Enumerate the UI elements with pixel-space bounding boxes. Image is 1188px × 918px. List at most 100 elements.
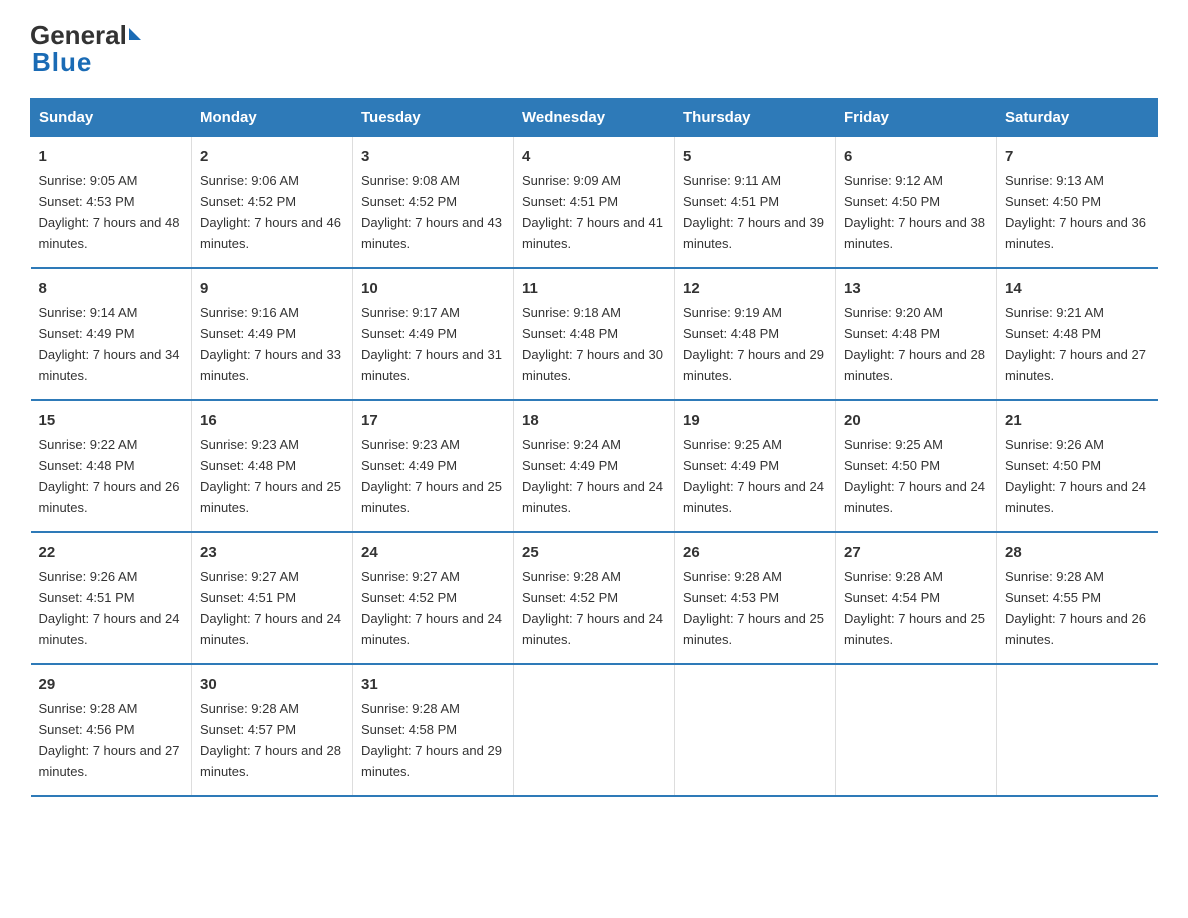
day-number: 6 (844, 145, 988, 168)
day-number: 20 (844, 409, 988, 432)
day-info: Sunrise: 9:27 AMSunset: 4:51 PMDaylight:… (200, 569, 341, 647)
calendar-cell: 13 Sunrise: 9:20 AMSunset: 4:48 PMDayligh… (836, 268, 997, 400)
day-number: 27 (844, 541, 988, 564)
day-info: Sunrise: 9:09 AMSunset: 4:51 PMDaylight:… (522, 173, 663, 251)
calendar-cell: 12 Sunrise: 9:19 AMSunset: 4:48 PMDayligh… (675, 268, 836, 400)
day-number: 17 (361, 409, 505, 432)
calendar-cell: 31 Sunrise: 9:28 AMSunset: 4:58 PMDayligh… (353, 664, 514, 796)
day-info: Sunrise: 9:18 AMSunset: 4:48 PMDaylight:… (522, 305, 663, 383)
logo-blue-text: Blue (32, 47, 92, 78)
calendar-cell: 16Sunrise: 9:23 AMSunset: 4:48 PMDayligh… (192, 400, 353, 532)
day-number: 21 (1005, 409, 1150, 432)
day-number: 30 (200, 673, 344, 696)
day-info: Sunrise: 9:21 AMSunset: 4:48 PMDaylight:… (1005, 305, 1146, 383)
day-info: Sunrise: 9:28 AMSunset: 4:53 PMDaylight:… (683, 569, 824, 647)
day-number: 19 (683, 409, 827, 432)
calendar-cell: 26 Sunrise: 9:28 AMSunset: 4:53 PMDayligh… (675, 532, 836, 664)
calendar-cell: 9 Sunrise: 9:16 AMSunset: 4:49 PMDaylight… (192, 268, 353, 400)
calendar-cell: 8 Sunrise: 9:14 AMSunset: 4:49 PMDaylight… (31, 268, 192, 400)
day-number: 12 (683, 277, 827, 300)
day-info: Sunrise: 9:08 AMSunset: 4:52 PMDaylight:… (361, 173, 502, 251)
calendar-cell: 20 Sunrise: 9:25 AMSunset: 4:50 PMDayligh… (836, 400, 997, 532)
logo-triangle-icon (129, 28, 141, 40)
calendar-header-sunday: Sunday (31, 99, 192, 137)
day-number: 31 (361, 673, 505, 696)
calendar-cell: 4Sunrise: 9:09 AMSunset: 4:51 PMDaylight… (514, 137, 675, 268)
day-info: Sunrise: 9:19 AMSunset: 4:48 PMDaylight:… (683, 305, 824, 383)
day-info: Sunrise: 9:28 AMSunset: 4:54 PMDaylight:… (844, 569, 985, 647)
calendar-cell: 19 Sunrise: 9:25 AMSunset: 4:49 PMDayligh… (675, 400, 836, 532)
calendar-week-row: 22 Sunrise: 9:26 AMSunset: 4:51 PMDayligh… (31, 532, 1158, 664)
day-info: Sunrise: 9:28 AMSunset: 4:58 PMDaylight:… (361, 701, 502, 779)
day-number: 18 (522, 409, 666, 432)
calendar-cell: 11 Sunrise: 9:18 AMSunset: 4:48 PMDayligh… (514, 268, 675, 400)
calendar-header-monday: Monday (192, 99, 353, 137)
day-number: 8 (39, 277, 184, 300)
calendar-week-row: 8 Sunrise: 9:14 AMSunset: 4:49 PMDaylight… (31, 268, 1158, 400)
day-info: Sunrise: 9:22 AMSunset: 4:48 PMDaylight:… (39, 437, 180, 515)
day-number: 25 (522, 541, 666, 564)
calendar-header-friday: Friday (836, 99, 997, 137)
calendar-cell (514, 664, 675, 796)
day-info: Sunrise: 9:28 AMSunset: 4:57 PMDaylight:… (200, 701, 341, 779)
day-info: Sunrise: 9:23 AMSunset: 4:48 PMDaylight:… (200, 437, 341, 515)
calendar-cell: 29 Sunrise: 9:28 AMSunset: 4:56 PMDayligh… (31, 664, 192, 796)
day-info: Sunrise: 9:17 AMSunset: 4:49 PMDaylight:… (361, 305, 502, 383)
day-number: 26 (683, 541, 827, 564)
day-number: 23 (200, 541, 344, 564)
day-number: 2 (200, 145, 344, 168)
calendar-cell: 27 Sunrise: 9:28 AMSunset: 4:54 PMDayligh… (836, 532, 997, 664)
day-info: Sunrise: 9:14 AMSunset: 4:49 PMDaylight:… (39, 305, 180, 383)
calendar-header-saturday: Saturday (997, 99, 1158, 137)
calendar-cell: 1Sunrise: 9:05 AMSunset: 4:53 PMDaylight… (31, 137, 192, 268)
day-info: Sunrise: 9:28 AMSunset: 4:55 PMDaylight:… (1005, 569, 1146, 647)
logo: General Blue (30, 20, 141, 78)
calendar-cell: 21 Sunrise: 9:26 AMSunset: 4:50 PMDayligh… (997, 400, 1158, 532)
calendar-header-tuesday: Tuesday (353, 99, 514, 137)
day-info: Sunrise: 9:27 AMSunset: 4:52 PMDaylight:… (361, 569, 502, 647)
day-info: Sunrise: 9:23 AMSunset: 4:49 PMDaylight:… (361, 437, 502, 515)
day-info: Sunrise: 9:16 AMSunset: 4:49 PMDaylight:… (200, 305, 341, 383)
calendar-cell: 3Sunrise: 9:08 AMSunset: 4:52 PMDaylight… (353, 137, 514, 268)
day-number: 11 (522, 277, 666, 300)
day-info: Sunrise: 9:28 AMSunset: 4:56 PMDaylight:… (39, 701, 180, 779)
day-info: Sunrise: 9:20 AMSunset: 4:48 PMDaylight:… (844, 305, 985, 383)
day-info: Sunrise: 9:26 AMSunset: 4:50 PMDaylight:… (1005, 437, 1146, 515)
calendar-header-thursday: Thursday (675, 99, 836, 137)
day-number: 15 (39, 409, 184, 432)
day-info: Sunrise: 9:06 AMSunset: 4:52 PMDaylight:… (200, 173, 341, 251)
calendar-cell (997, 664, 1158, 796)
day-info: Sunrise: 9:25 AMSunset: 4:50 PMDaylight:… (844, 437, 985, 515)
day-info: Sunrise: 9:11 AMSunset: 4:51 PMDaylight:… (683, 173, 824, 251)
day-number: 9 (200, 277, 344, 300)
calendar-cell: 18 Sunrise: 9:24 AMSunset: 4:49 PMDayligh… (514, 400, 675, 532)
calendar-cell: 14Sunrise: 9:21 AMSunset: 4:48 PMDayligh… (997, 268, 1158, 400)
calendar-cell: 22 Sunrise: 9:26 AMSunset: 4:51 PMDayligh… (31, 532, 192, 664)
calendar-cell (836, 664, 997, 796)
calendar-cell: 28 Sunrise: 9:28 AMSunset: 4:55 PMDayligh… (997, 532, 1158, 664)
calendar-header-row: SundayMondayTuesdayWednesdayThursdayFrid… (31, 99, 1158, 137)
day-info: Sunrise: 9:24 AMSunset: 4:49 PMDaylight:… (522, 437, 663, 515)
day-info: Sunrise: 9:12 AMSunset: 4:50 PMDaylight:… (844, 173, 985, 251)
day-number: 10 (361, 277, 505, 300)
calendar-cell (675, 664, 836, 796)
calendar-week-row: 1Sunrise: 9:05 AMSunset: 4:53 PMDaylight… (31, 137, 1158, 268)
day-info: Sunrise: 9:25 AMSunset: 4:49 PMDaylight:… (683, 437, 824, 515)
calendar-cell: 30 Sunrise: 9:28 AMSunset: 4:57 PMDayligh… (192, 664, 353, 796)
page-header: General Blue (30, 20, 1158, 78)
calendar-week-row: 29 Sunrise: 9:28 AMSunset: 4:56 PMDayligh… (31, 664, 1158, 796)
day-number: 28 (1005, 541, 1150, 564)
day-info: Sunrise: 9:26 AMSunset: 4:51 PMDaylight:… (39, 569, 180, 647)
calendar-cell: 15 Sunrise: 9:22 AMSunset: 4:48 PMDayligh… (31, 400, 192, 532)
calendar-cell: 2 Sunrise: 9:06 AMSunset: 4:52 PMDaylight… (192, 137, 353, 268)
calendar-cell: 5Sunrise: 9:11 AMSunset: 4:51 PMDaylight… (675, 137, 836, 268)
day-number: 22 (39, 541, 184, 564)
calendar-table: SundayMondayTuesdayWednesdayThursdayFrid… (30, 98, 1158, 797)
calendar-cell: 25 Sunrise: 9:28 AMSunset: 4:52 PMDayligh… (514, 532, 675, 664)
day-number: 29 (39, 673, 184, 696)
day-number: 1 (39, 145, 184, 168)
calendar-header-wednesday: Wednesday (514, 99, 675, 137)
day-number: 7 (1005, 145, 1150, 168)
day-info: Sunrise: 9:28 AMSunset: 4:52 PMDaylight:… (522, 569, 663, 647)
day-number: 13 (844, 277, 988, 300)
